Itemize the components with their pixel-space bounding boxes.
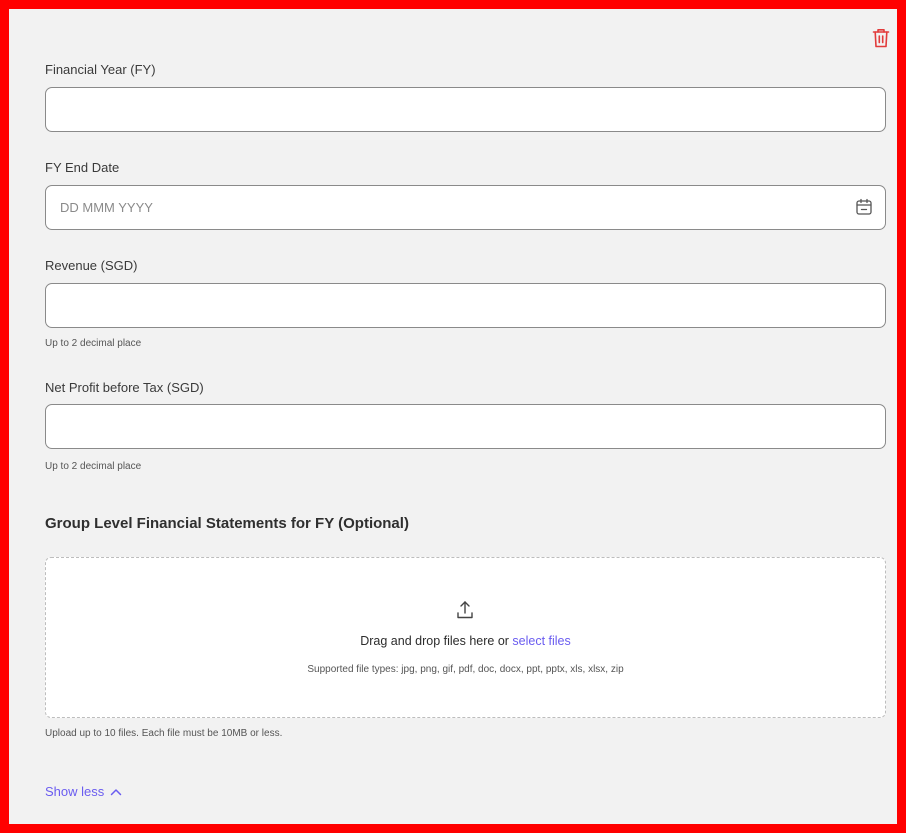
- upload-limit-note: Upload up to 10 files. Each file must be…: [45, 728, 283, 739]
- fy-end-date-label: FY End Date: [45, 160, 120, 175]
- delete-button[interactable]: [871, 27, 891, 49]
- net-profit-input[interactable]: [45, 404, 886, 449]
- revenue-helper-text: Up to 2 decimal place: [45, 338, 142, 349]
- net-profit-label: Net Profit before Tax (SGD): [45, 380, 204, 395]
- financial-year-input[interactable]: [45, 87, 886, 132]
- statements-section-title: Group Level Financial Statements for FY …: [45, 515, 409, 532]
- fy-end-date-field: [45, 185, 886, 230]
- dropzone-instruction: Drag and drop files here or select files: [46, 634, 885, 648]
- financial-year-card: Financial Year (FY) FY End Date Revenue …: [0, 0, 906, 833]
- chevron-up-icon: [111, 788, 122, 795]
- trash-icon: [872, 29, 890, 48]
- revenue-label: Revenue (SGD): [45, 258, 138, 273]
- upload-icon[interactable]: [456, 600, 474, 620]
- file-dropzone[interactable]: Drag and drop files here or select files…: [45, 557, 886, 718]
- fy-end-date-input[interactable]: [45, 185, 886, 230]
- select-files-link[interactable]: select files: [512, 634, 570, 648]
- revenue-input[interactable]: [45, 283, 886, 328]
- calendar-icon[interactable]: [854, 197, 874, 217]
- financial-year-label: Financial Year (FY): [45, 62, 156, 77]
- net-profit-helper-text: Up to 2 decimal place: [45, 461, 142, 472]
- supported-file-types: Supported file types: jpg, png, gif, pdf…: [307, 664, 624, 675]
- show-less-label: Show less: [45, 784, 105, 799]
- drop-text: Drag and drop files here or: [360, 634, 513, 648]
- show-less-toggle[interactable]: Show less: [45, 784, 122, 799]
